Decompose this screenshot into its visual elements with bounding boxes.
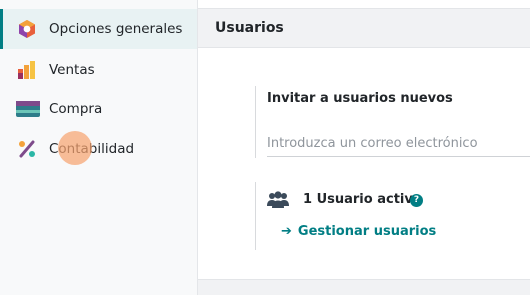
setting-divider [255, 86, 256, 158]
sidebar-item-purchase[interactable]: Compra [0, 89, 197, 129]
settings-app-icon [19, 20, 35, 38]
help-icon[interactable]: ? [410, 194, 423, 207]
setting-divider [255, 182, 256, 250]
sidebar-item-general-settings[interactable]: Opciones generales [0, 9, 197, 49]
next-section-header [198, 279, 530, 295]
accounting-app-icon [19, 140, 35, 158]
sidebar-item-sales[interactable]: Ventas [0, 50, 197, 90]
sales-app-icon [18, 61, 35, 79]
click-indicator [58, 131, 92, 165]
section-title: Usuarios [215, 20, 284, 36]
sidebar-item-label: Opciones generales [49, 21, 183, 37]
sidebar-item-accounting[interactable]: Contabilidad [0, 129, 197, 169]
manage-users-label: Gestionar usuarios [297, 224, 437, 239]
active-users-count: 1 Usuario activo [303, 192, 422, 207]
purchase-app-icon [16, 101, 40, 117]
users-icon [267, 191, 289, 208]
manage-users-link[interactable]: ➔ Gestionar usuarios [281, 224, 436, 239]
section-header: Usuarios [198, 8, 530, 48]
settings-main-panel: Usuarios Invitar a usuarios nuevos 1 Usu… [198, 0, 530, 295]
settings-sidebar: Opciones generales Ventas Compra Contabi… [0, 0, 198, 295]
invite-users-title: Invitar a usuarios nuevos [267, 91, 453, 106]
email-input[interactable] [267, 131, 530, 157]
sidebar-item-label: Compra [49, 101, 103, 117]
sidebar-item-label: Ventas [49, 62, 95, 78]
arrow-right-icon: ➔ [281, 224, 292, 239]
